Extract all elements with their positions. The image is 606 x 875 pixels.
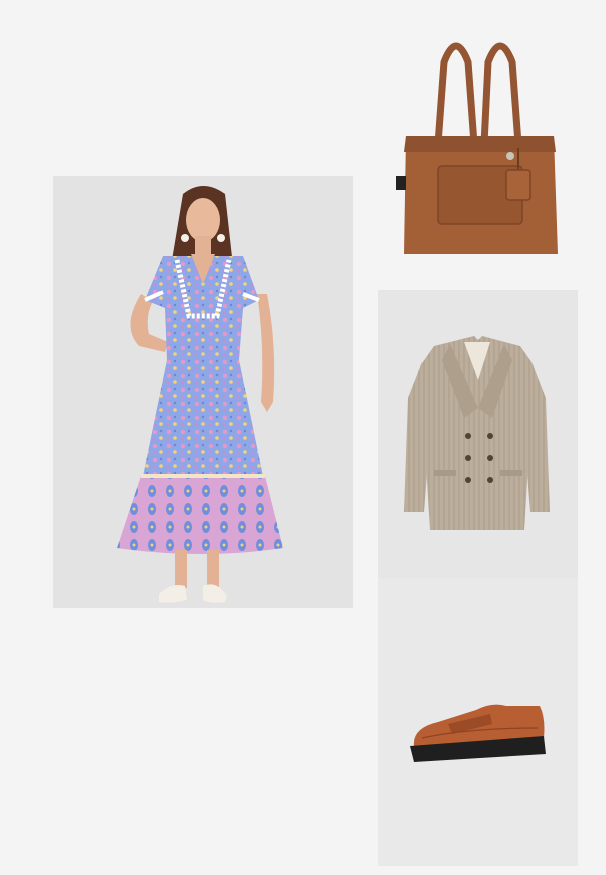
- handbag-photo: [392, 26, 568, 262]
- dress-illustration: [117, 186, 283, 603]
- tote-bag-illustration: [396, 42, 558, 254]
- loafer-illustration: [410, 704, 546, 762]
- loafer-photo: [378, 578, 578, 866]
- blazer-illustration: [404, 336, 550, 530]
- dress-photo: [53, 176, 353, 608]
- blazer-photo: [378, 290, 578, 578]
